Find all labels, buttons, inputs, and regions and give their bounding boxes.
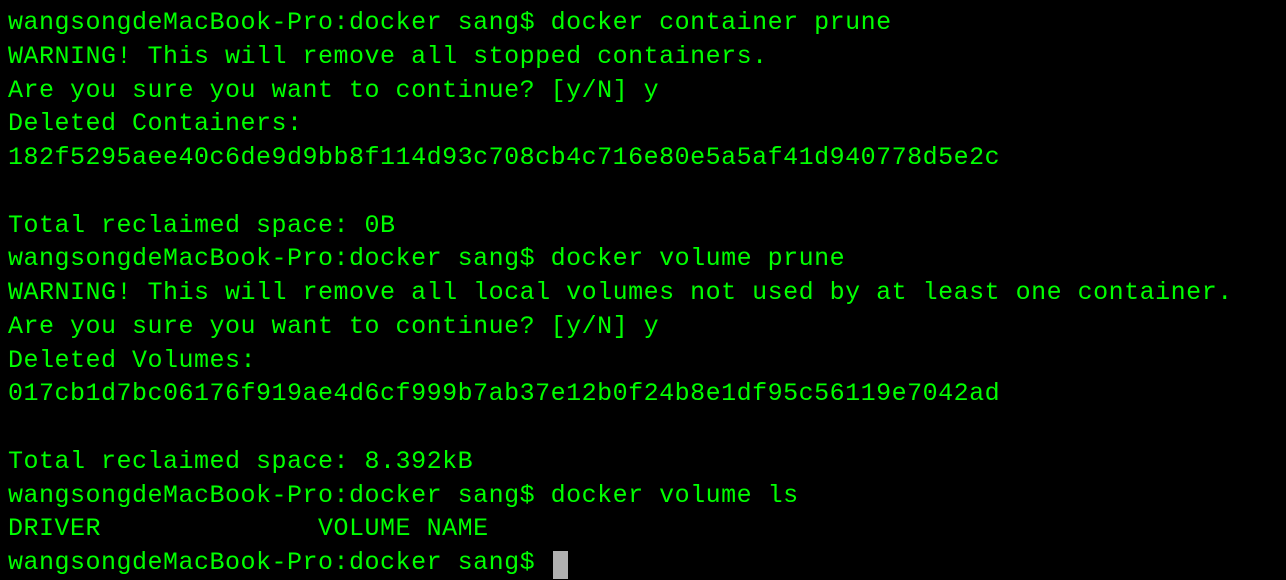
terminal-line: 017cb1d7bc06176f919ae4d6cf999b7ab37e12b0… bbox=[8, 377, 1278, 411]
terminal-line: DRIVER VOLUME NAME bbox=[8, 512, 1278, 546]
shell-prompt: wangsongdeMacBook-Pro:docker sang$ bbox=[8, 244, 551, 273]
shell-prompt: wangsongdeMacBook-Pro:docker sang$ bbox=[8, 548, 551, 577]
terminal-line bbox=[8, 175, 1278, 209]
terminal-line: wangsongdeMacBook-Pro:docker sang$ docke… bbox=[8, 479, 1278, 513]
shell-command: docker volume ls bbox=[551, 481, 799, 510]
shell-prompt: wangsongdeMacBook-Pro:docker sang$ bbox=[8, 481, 551, 510]
shell-command: docker volume prune bbox=[551, 244, 846, 273]
terminal[interactable]: wangsongdeMacBook-Pro:docker sang$ docke… bbox=[0, 0, 1286, 580]
terminal-line: wangsongdeMacBook-Pro:docker sang$ docke… bbox=[8, 6, 1278, 40]
terminal-line: Deleted Containers: bbox=[8, 107, 1278, 141]
terminal-line: wangsongdeMacBook-Pro:docker sang$ docke… bbox=[8, 242, 1278, 276]
terminal-line: WARNING! This will remove all stopped co… bbox=[8, 40, 1278, 74]
terminal-line bbox=[8, 411, 1278, 445]
terminal-line: Are you sure you want to continue? [y/N]… bbox=[8, 74, 1278, 108]
cursor-icon bbox=[553, 551, 568, 579]
terminal-line: Total reclaimed space: 8.392kB bbox=[8, 445, 1278, 479]
terminal-line: Total reclaimed space: 0B bbox=[8, 209, 1278, 243]
terminal-line: Deleted Volumes: bbox=[8, 344, 1278, 378]
shell-command: docker container prune bbox=[551, 8, 892, 37]
terminal-line: Are you sure you want to continue? [y/N]… bbox=[8, 310, 1278, 344]
terminal-line: 182f5295aee40c6de9d9bb8f114d93c708cb4c71… bbox=[8, 141, 1278, 175]
shell-prompt: wangsongdeMacBook-Pro:docker sang$ bbox=[8, 8, 551, 37]
terminal-line: wangsongdeMacBook-Pro:docker sang$ bbox=[8, 546, 1278, 580]
terminal-line: WARNING! This will remove all local volu… bbox=[8, 276, 1278, 310]
